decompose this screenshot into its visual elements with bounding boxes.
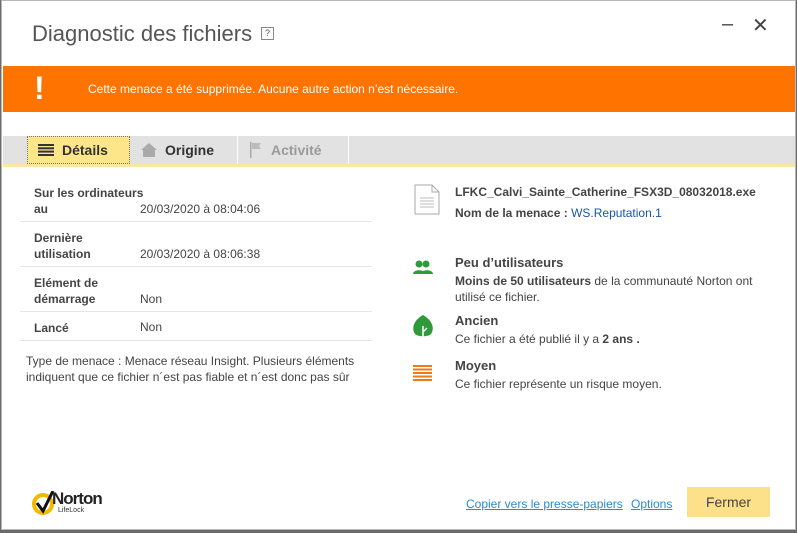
file-icon <box>414 184 440 215</box>
insight-bold: 2 ans . <box>602 332 640 346</box>
file-insight-window: Diagnostic des fichiers ? – ✕ ! Cette me… <box>1 0 796 530</box>
close-dialog-button[interactable]: Fermer <box>687 487 770 517</box>
row-label: Elément de <box>34 276 99 290</box>
insight-risk: Moyen Ce fichier représente un risque mo… <box>455 358 662 392</box>
row-label: utilisation <box>34 247 91 261</box>
options-link[interactable]: Options <box>631 497 672 511</box>
insight-title: Ancien <box>455 313 499 328</box>
insight-age: Ancien Ce fichier a été publié il y a 2 … <box>455 313 640 347</box>
row-value: Non <box>140 320 163 334</box>
insight-users: Peu d’utilisateurs Moins de 50 utilisate… <box>455 255 765 305</box>
tab-details[interactable]: Détails <box>27 136 130 164</box>
details-table: Sur les ordinateurs au 20/03/2020 à 08:04… <box>20 177 372 341</box>
tab-label: Activité <box>271 142 322 158</box>
insight-bold: Moins de 50 utilisateurs <box>455 274 592 288</box>
insight-title: Moyen <box>455 358 497 373</box>
users-icon <box>413 260 433 274</box>
window-title: Diagnostic des fichiers <box>32 21 253 46</box>
threat-description: Type de menace : Menace réseau Insight. … <box>26 354 355 384</box>
table-row: Dernière utilisation 20/03/2020 à 08:06:3… <box>20 222 372 267</box>
insight-title: Peu d’utilisateurs <box>455 255 564 270</box>
row-value: Non <box>140 292 163 306</box>
table-row: Sur les ordinateurs au 20/03/2020 à 08:04… <box>20 177 372 222</box>
warning-icon: ! <box>34 70 45 106</box>
tab-label: Détails <box>62 142 108 158</box>
threat-name-link[interactable]: WS.Reputation.1 <box>571 206 662 220</box>
row-value: 20/03/2020 à 08:06:38 <box>140 247 261 261</box>
home-icon <box>141 143 157 157</box>
lifelock-brand: LifeLock <box>58 507 85 514</box>
row-label: démarrage <box>34 292 96 306</box>
tab-label: Origine <box>165 142 215 158</box>
row-value: 20/03/2020 à 08:04:06 <box>140 202 261 216</box>
status-banner: ! Cette menace a été supprimée. Aucune a… <box>3 66 795 112</box>
close-button[interactable]: ✕ <box>752 13 769 38</box>
banner-message: Cette menace a été supprimée. Aucune aut… <box>88 82 459 96</box>
row-label: Dernière <box>34 231 83 245</box>
list-icon <box>38 144 54 156</box>
row-label: Lancé <box>34 321 69 335</box>
row-label: au <box>34 202 49 216</box>
file-name: LFKC_Calvi_Sainte_Catherine_FSX3D_080320… <box>455 185 756 199</box>
minimize-button[interactable]: – <box>722 13 733 36</box>
tab-activity[interactable]: Activité <box>239 136 349 164</box>
table-row: Lancé Non <box>20 312 372 341</box>
row-label: Sur les ordinateurs <box>34 186 144 200</box>
table-row: Elément de démarrage Non <box>20 267 372 312</box>
leaf-icon <box>413 315 433 341</box>
risk-medium-icon <box>413 365 432 381</box>
insight-text: Ce fichier représente un risque moyen. <box>455 377 662 391</box>
threat-label: Nom de la menace : <box>455 206 568 220</box>
flag-icon <box>250 142 261 158</box>
tab-origin[interactable]: Origine <box>131 136 238 164</box>
copy-to-clipboard-link[interactable]: Copier vers le presse-papiers <box>466 497 623 511</box>
help-icon[interactable]: ? <box>261 27 274 40</box>
tab-bar: Détails Origine Activité <box>3 136 795 167</box>
norton-brand: Norton <box>52 489 103 508</box>
insight-text: Ce fichier a été publié il y a <box>455 332 603 346</box>
